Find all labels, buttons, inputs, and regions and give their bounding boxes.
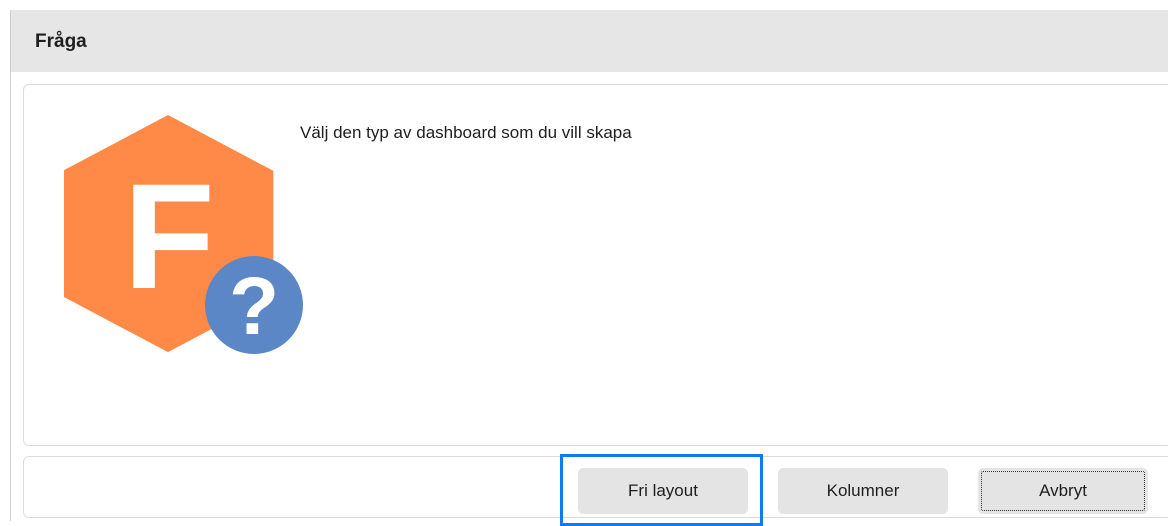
question-symbol: ?: [229, 261, 279, 352]
app-question-icon: F ?: [64, 115, 303, 354]
dialog-titlebar: Fråga: [11, 10, 1168, 72]
dialog-message: Välj den typ av dashboard som du vill sk…: [300, 123, 632, 142]
message-panel: F ? Välj den typ av dashboard som du vil…: [23, 84, 1168, 446]
focus-ring: [981, 471, 1145, 511]
question-dialog: Fråga F ? Välj den typ av dashboard som …: [10, 10, 1168, 526]
kolumner-button[interactable]: Kolumner: [778, 468, 948, 514]
dialog-title: Fråga: [35, 31, 87, 52]
app-letter: F: [123, 152, 215, 320]
fri-layout-button[interactable]: Fri layout: [578, 468, 748, 514]
button-bar: Fri layout Kolumner Avbryt: [23, 454, 1168, 526]
avbryt-button[interactable]: Avbryt: [978, 468, 1148, 514]
